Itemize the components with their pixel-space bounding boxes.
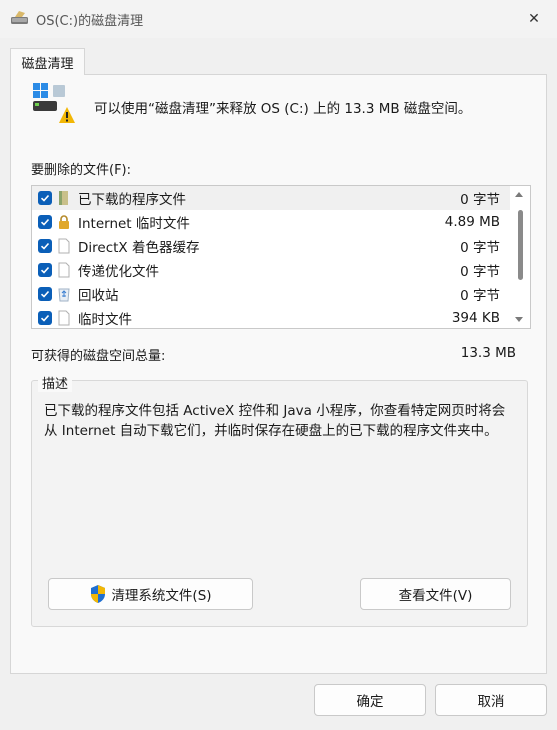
cancel-label: 取消	[477, 694, 505, 710]
checkbox[interactable]	[38, 191, 52, 205]
file-name: 传递优化文件	[78, 264, 159, 280]
file-icon	[58, 262, 70, 278]
disk-warning-icon	[33, 83, 75, 123]
list-item[interactable]: Internet 临时文件 4.89 MB	[32, 210, 510, 234]
ok-button[interactable]: 确定	[314, 684, 426, 716]
file-name: Internet 临时文件	[78, 216, 190, 232]
description-legend: 描述	[38, 373, 73, 392]
tab-disk-cleanup[interactable]: 磁盘清理	[10, 48, 85, 75]
clean-system-files-button[interactable]: 清理系统文件(S)	[48, 578, 253, 610]
scroll-up-icon[interactable]	[515, 192, 523, 197]
ok-label: 确定	[356, 694, 384, 710]
files-to-delete-label: 要删除的文件(F):	[31, 163, 132, 178]
checkmark-icon	[40, 242, 50, 250]
scroll-thumb[interactable]	[518, 210, 523, 280]
recycle-bin-icon	[58, 288, 70, 302]
list-item[interactable]: 回收站 0 字节	[32, 282, 510, 306]
checkmark-icon	[40, 218, 50, 226]
file-size: 0 字节	[460, 288, 500, 304]
window-title: OS(C:)的磁盘清理	[36, 14, 144, 29]
checkbox[interactable]	[38, 215, 52, 229]
file-icon	[58, 238, 70, 254]
checkbox[interactable]	[38, 311, 52, 325]
checkbox[interactable]	[38, 287, 52, 301]
close-icon: ✕	[528, 11, 540, 27]
file-icon	[58, 310, 70, 326]
list-item[interactable]: DirectX 着色器缓存 0 字节	[32, 234, 510, 258]
description-group: 描述 已下载的程序文件包括 ActiveX 控件和 Java 小程序，你查看特定…	[31, 373, 528, 627]
view-files-button[interactable]: 查看文件(V)	[360, 578, 511, 610]
disk-cleanup-app-icon	[11, 11, 28, 24]
total-space-value: 13.3 MB	[460, 345, 516, 361]
scroll-down-icon[interactable]	[515, 317, 523, 322]
summary-text: 可以使用“磁盘清理”来释放 OS (C:) 上的 13.3 MB 磁盘空间。	[94, 101, 472, 117]
file-size: 394 KB	[451, 310, 500, 326]
checkbox[interactable]	[38, 239, 52, 253]
folder-icon	[59, 191, 68, 205]
list-item[interactable]: 传递优化文件 0 字节	[32, 258, 510, 282]
checkmark-icon	[40, 290, 50, 298]
checkmark-icon	[40, 314, 50, 322]
list-item[interactable]: 已下载的程序文件 0 字节	[32, 186, 510, 210]
list-item[interactable]: 临时文件 394 KB	[32, 306, 510, 328]
file-size: 0 字节	[460, 192, 500, 208]
file-size: 0 字节	[460, 240, 500, 256]
file-name: 已下载的程序文件	[78, 192, 186, 208]
file-name: 临时文件	[78, 312, 132, 328]
scrollbar[interactable]	[510, 186, 530, 328]
file-name: 回收站	[78, 288, 119, 304]
file-size: 4.89 MB	[444, 214, 500, 230]
checkbox[interactable]	[38, 263, 52, 277]
tab-label: 磁盘清理	[21, 56, 74, 72]
file-name: DirectX 着色器缓存	[78, 240, 200, 256]
checkmark-icon	[40, 266, 50, 274]
cancel-button[interactable]: 取消	[435, 684, 547, 716]
file-size: 0 字节	[460, 264, 500, 280]
total-space-label: 可获得的磁盘空间总量:	[31, 349, 166, 364]
description-text: 已下载的程序文件包括 ActiveX 控件和 Java 小程序，你查看特定网页时…	[44, 403, 506, 439]
view-files-label: 查看文件(V)	[398, 588, 473, 604]
clean-system-files-label: 清理系统文件(S)	[111, 588, 212, 604]
close-button[interactable]: ✕	[511, 0, 557, 38]
title-bar: OS(C:)的磁盘清理 ✕	[0, 0, 557, 38]
file-list[interactable]: 已下载的程序文件 0 字节 Internet 临时文件 4.89 MB Dire…	[31, 185, 531, 329]
checkmark-icon	[40, 194, 50, 202]
tab-panel: 可以使用“磁盘清理”来释放 OS (C:) 上的 13.3 MB 磁盘空间。 要…	[10, 74, 547, 674]
lock-icon	[59, 215, 69, 229]
uac-shield-icon	[91, 585, 106, 603]
